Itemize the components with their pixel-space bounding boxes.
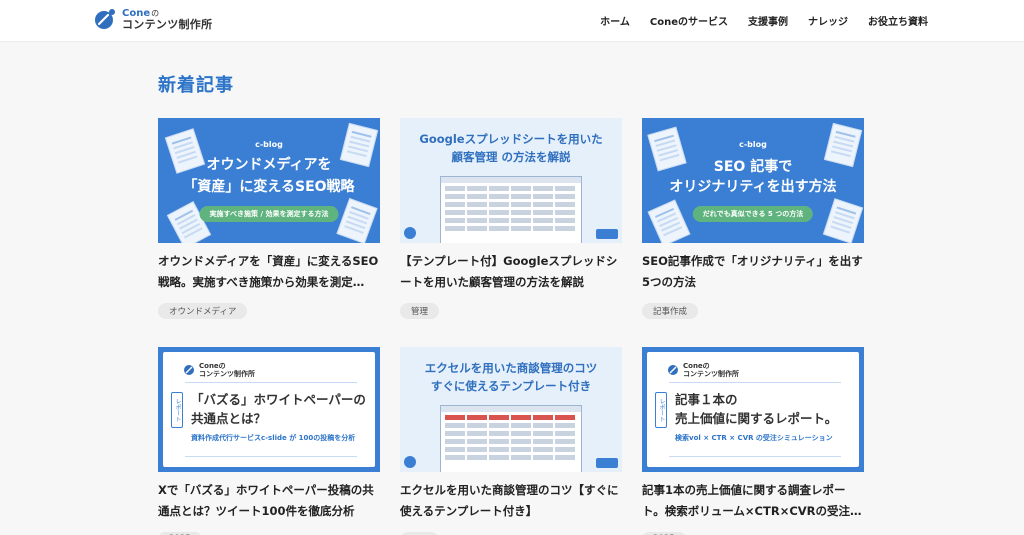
article-thumbnail[interactable]: Coneの コンテンツ制作所 レポート 「バズる」ホワイトペーパーの 共通点とは？… [158, 347, 380, 472]
divider [669, 456, 841, 457]
nav-knowledge[interactable]: ナレッジ [808, 13, 848, 28]
section-title: 新着記事 [158, 75, 234, 96]
cblog-brand: c-blog [739, 140, 767, 149]
article-thumbnail[interactable]: c-blog SEO 記事で オリジナリティを出す方法 だれでも真似できる 5 … [642, 118, 864, 243]
logo-mark-icon [668, 365, 678, 375]
nav-cases[interactable]: 支援事例 [748, 13, 788, 28]
article-title[interactable]: エクセルを用いた商談管理のコツ【すぐに使えるテンプレート付き】 [400, 480, 622, 522]
thumb-heading-line1: オウンドメディアを [206, 157, 332, 173]
thumb-pill: 実施すべき施策 / 効果を測定する方法 [199, 206, 339, 222]
spreadsheet-illustration [440, 176, 582, 243]
thumb-heading-line2: 売上価値に関するレポート。 [675, 411, 838, 426]
logo-no-text: の [151, 9, 160, 18]
article-card[interactable]: c-blog SEO 記事で オリジナリティを出す方法 だれでも真似できる 5 … [642, 118, 864, 319]
brand-badge-icon [596, 458, 618, 468]
thumb-heading-line1: SEO 記事で [713, 159, 793, 175]
article-card[interactable]: Coneの コンテンツ制作所 レポート 「バズる」ホワイトペーパーの 共通点とは？… [158, 347, 380, 535]
report-side-tab: レポート [655, 392, 667, 428]
spreadsheet-illustration [440, 405, 582, 472]
brand-badge-icon [596, 229, 618, 239]
play-icon [404, 456, 416, 468]
report-heading: 記事１本の 売上価値に関するレポート。 [675, 390, 837, 428]
report-logo-bottom: コンテンツ制作所 [683, 370, 739, 378]
divider [185, 456, 357, 457]
article-card[interactable]: Coneの コンテンツ制作所 レポート 記事１本の 売上価値に関するレポート。 検… [642, 347, 864, 535]
article-card[interactable]: エクセルを用いた商談管理のコツ すぐに使えるテンプレート付き エクセルを用いた商… [400, 347, 622, 535]
thumb-heading-line1: エクセルを用いた商談管理のコツ [424, 361, 598, 375]
category-tag[interactable]: 記事作成 [642, 303, 699, 319]
site-header: Coneの コンテンツ制作所 ホーム Coneのサービス 支援事例 ナレッジ お… [0, 0, 1024, 42]
report-side-tab: レポート [171, 392, 183, 428]
category-tag[interactable]: 管理 [400, 303, 440, 319]
article-thumbnail[interactable]: エクセルを用いた商談管理のコツ すぐに使えるテンプレート付き [400, 347, 622, 472]
divider [185, 382, 357, 383]
thumb-heading-line2: オリジナリティを出す方法 [669, 179, 837, 195]
report-subtitle: 資料作成代行サービスc-slide が 100の投稿を分析 [191, 434, 356, 442]
report-logo-top: Coneの [199, 362, 226, 370]
article-thumbnail[interactable]: Coneの コンテンツ制作所 レポート 記事１本の 売上価値に関するレポート。 検… [642, 347, 864, 472]
thumb-pill: だれでも真似できる 5 つの方法 [692, 206, 814, 222]
report-heading: 「バズる」ホワイトペーパーの 共通点とは？ [191, 390, 366, 428]
category-tag[interactable]: オウンドメディア [158, 303, 248, 319]
article-title[interactable]: オウンドメディアを「資産」に変えるSEO戦略。実施すべき施策から効果を測定… [158, 251, 380, 293]
article-thumbnail[interactable]: Googleスプレッドシートを用いた 顧客管理 の方法を解説 [400, 118, 622, 243]
report-logo-top: Coneの [683, 362, 710, 370]
article-thumbnail[interactable]: c-blog オウンドメディアを 「資産」に変えるSEO戦略 実施すべき施策 /… [158, 118, 380, 243]
article-card[interactable]: c-blog オウンドメディアを 「資産」に変えるSEO戦略 実施すべき施策 /… [158, 118, 380, 319]
paper-decoration [336, 198, 378, 243]
paper-decoration [647, 199, 691, 243]
logo-mark-icon [95, 9, 115, 29]
logo-bottom-text: コンテンツ制作所 [122, 18, 213, 31]
thumb-heading-line2: すぐに使えるテンプレート付き [430, 379, 592, 393]
report-logo-bottom: コンテンツ制作所 [199, 370, 255, 378]
site-logo[interactable]: Coneの コンテンツ制作所 [94, 8, 212, 30]
report-subtitle: 検索vol × CTR × CVR の受注シミュレーション [675, 434, 833, 442]
report-logo: Coneの コンテンツ制作所 [183, 362, 255, 378]
thumb-heading-line2: 顧客管理 の方法を解説 [451, 150, 571, 164]
article-card[interactable]: Googleスプレッドシートを用いた 顧客管理 の方法を解説 【テンプレート付】… [400, 118, 622, 319]
article-title[interactable]: 【テンプレート付】Googleスプレッドシートを用いた顧客管理の方法を解説 [400, 251, 622, 293]
divider [669, 382, 841, 383]
article-title[interactable]: Xで「バズる」ホワイトペーパー投稿の共通点とは？ツイート100件を徹底分析 [158, 480, 380, 522]
article-title[interactable]: SEO記事作成で「オリジナリティ」を出す5つの方法 [642, 251, 864, 293]
main-nav: ホーム Coneのサービス 支援事例 ナレッジ お役立ち資料 [600, 13, 928, 28]
thumb-heading-line1: Googleスプレッドシートを用いた [419, 132, 603, 146]
thumb-heading-line1: 「バズる」ホワイトペーパーの [191, 392, 366, 407]
nav-services[interactable]: Coneのサービス [650, 13, 728, 28]
thumb-heading-line2: 「資産」に変えるSEO戦略 [183, 179, 355, 195]
nav-home[interactable]: ホーム [600, 13, 630, 28]
thumb-heading-line2: 共通点とは？ [191, 411, 267, 426]
play-icon [404, 227, 416, 239]
report-logo: Coneの コンテンツ制作所 [667, 362, 739, 378]
cblog-brand: c-blog [255, 140, 283, 149]
article-title[interactable]: 記事1本の売上価値に関する調査レポート。検索ボリューム×CTR×CVRの受注… [642, 480, 864, 522]
nav-resources[interactable]: お役立ち資料 [868, 13, 928, 28]
paper-decoration [822, 198, 864, 243]
logo-mark-icon [184, 365, 194, 375]
thumb-heading-line1: 記事１本の [675, 392, 738, 407]
